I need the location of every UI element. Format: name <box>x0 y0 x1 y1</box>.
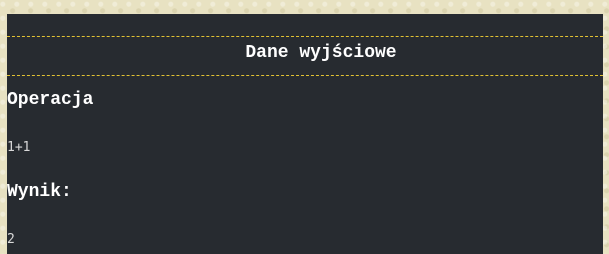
result-heading: Wynik: <box>7 182 72 202</box>
operation-value: 1+1 <box>7 140 31 155</box>
operation-heading: Operacja <box>7 90 94 110</box>
output-title: Dane wyjściowe <box>245 43 397 63</box>
result-value: 2 <box>7 232 15 247</box>
output-banner: Dane wyjściowe <box>7 36 603 76</box>
output-console: Dane wyjściowe Operacja 1+1 Wynik: 2 <box>7 14 603 254</box>
